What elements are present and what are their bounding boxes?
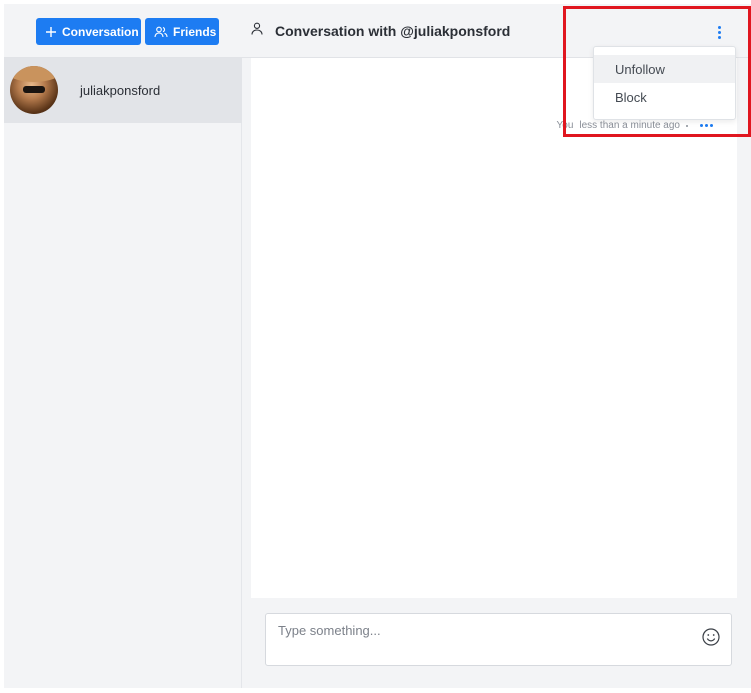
message-meta: You less than a minute ago — [556, 120, 713, 131]
avatar — [10, 66, 58, 114]
conversation-list-item[interactable]: juliakponsford — [4, 58, 242, 123]
unfollow-menu-item[interactable]: Unfollow — [594, 55, 735, 83]
plus-icon — [45, 26, 57, 38]
conversation-list: juliakponsford — [4, 58, 242, 688]
conversation-header: Conversation with @juliakponsford — [251, 4, 510, 58]
emoji-icon[interactable] — [702, 628, 720, 646]
message-time: less than a minute ago — [579, 120, 680, 131]
user-icon — [251, 22, 263, 40]
separator-dot — [686, 124, 688, 127]
users-icon — [154, 26, 168, 38]
conversation-name: juliakponsford — [80, 83, 161, 98]
message-author: You — [556, 120, 574, 131]
friends-button[interactable]: Friends — [145, 18, 219, 45]
message-options-icon[interactable] — [700, 124, 713, 127]
block-menu-item[interactable]: Block — [594, 83, 735, 111]
messenger-app: Conversation Friends Conversation with @… — [4, 4, 751, 688]
message-input[interactable] — [265, 613, 732, 666]
message-thread: You less than a minute ago — [251, 58, 737, 598]
options-menu: Unfollow Block — [593, 46, 736, 120]
composer — [251, 598, 737, 688]
new-conversation-button[interactable]: Conversation — [36, 18, 141, 45]
new-conversation-label: Conversation — [62, 24, 139, 39]
page-title: Conversation with @juliakponsford — [275, 23, 511, 39]
friends-label: Friends — [173, 24, 217, 39]
more-options-icon[interactable] — [712, 22, 726, 42]
